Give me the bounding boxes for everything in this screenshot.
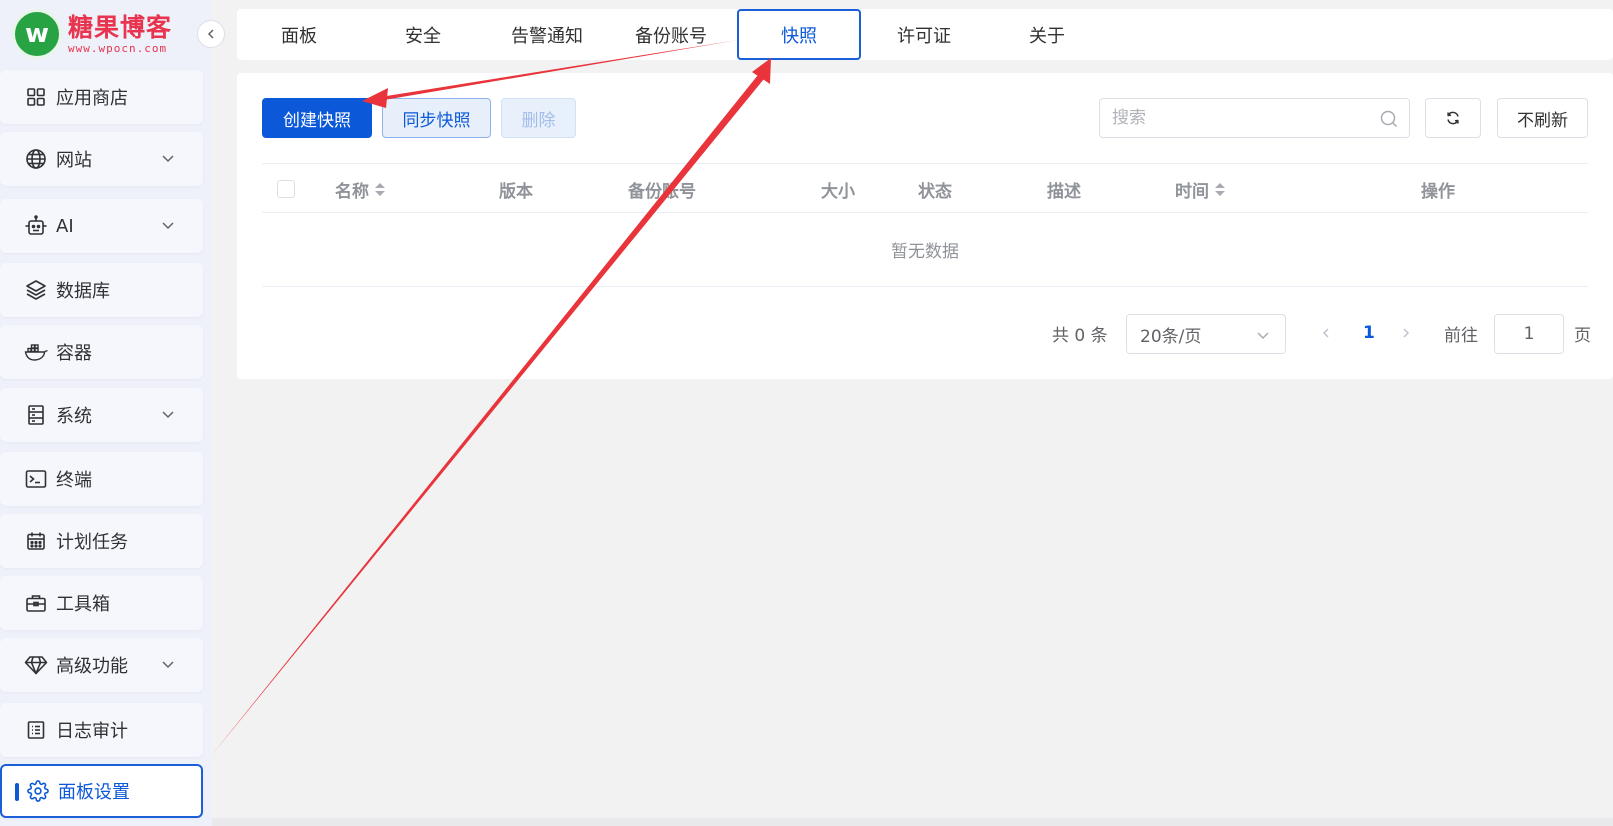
- grid-icon: [24, 85, 48, 109]
- calendar-icon: [24, 529, 48, 553]
- column-header-version: 版本: [499, 181, 533, 202]
- column-header-status: 状态: [918, 181, 952, 202]
- sidebar-item-label: 系统: [56, 406, 92, 427]
- search-box[interactable]: [1099, 98, 1410, 138]
- active-indicator: [15, 783, 19, 801]
- tab-about[interactable]: 关于: [985, 9, 1109, 60]
- tab-license[interactable]: 许可证: [862, 9, 986, 60]
- create-snapshot-button[interactable]: 创建快照: [262, 98, 372, 138]
- sidebar-item-label: 工具箱: [56, 594, 110, 615]
- tab-security[interactable]: 安全: [361, 9, 485, 60]
- goto-page-input[interactable]: 1: [1494, 314, 1564, 354]
- terminal-icon: [24, 467, 48, 491]
- sidebar-item-label: AI: [56, 215, 74, 237]
- sidebar-item-cron[interactable]: 计划任务: [0, 514, 203, 568]
- diamond-icon: [24, 653, 48, 677]
- sidebar-item-panel-settings[interactable]: 面板设置: [0, 764, 203, 818]
- column-label: 时间: [1175, 181, 1209, 202]
- chevron-down-icon: [162, 155, 174, 163]
- gear-icon: [26, 779, 50, 803]
- sidebar-item-website[interactable]: 网站: [0, 132, 203, 186]
- sidebar-item-label: 终端: [56, 470, 92, 491]
- server-icon: [24, 403, 48, 427]
- logo-title: 糖果博客: [68, 12, 173, 42]
- sidebar-item-label: 面板设置: [58, 782, 130, 803]
- column-header-backup-account: 备份账号: [628, 181, 696, 202]
- search-icon[interactable]: [1379, 109, 1399, 129]
- chevron-down-icon: [162, 411, 174, 419]
- robot-icon: [24, 214, 48, 238]
- sidebar-item-database[interactable]: 数据库: [0, 263, 203, 317]
- globe-icon: [24, 147, 48, 171]
- prev-page-button[interactable]: [1320, 313, 1340, 353]
- settings-tabs: 面板 安全 告警通知 备份账号 快照 许可证 关于: [237, 9, 1613, 60]
- select-all-checkbox[interactable]: [277, 164, 295, 214]
- refresh-icon: [1447, 111, 1459, 125]
- sidebar-item-advanced[interactable]: 高级功能: [0, 638, 203, 692]
- brand-logo: w 糖果博客 www.wpocn.com: [12, 6, 202, 62]
- refresh-button[interactable]: [1425, 98, 1481, 138]
- sidebar-item-ai[interactable]: AI: [0, 199, 203, 253]
- next-page-button[interactable]: [1400, 313, 1420, 353]
- snapshot-panel: 创建快照 同步快照 删除 不刷新 名称 版本 备份账号 大小 状态 描述 时间 …: [237, 73, 1613, 379]
- chevron-left-icon: [1322, 328, 1329, 338]
- toolbox-icon: [24, 591, 48, 615]
- no-refresh-dropdown[interactable]: 不刷新: [1497, 98, 1588, 138]
- horizontal-scrollbar[interactable]: [212, 818, 1613, 826]
- sidebar-item-container[interactable]: 容器: [0, 325, 203, 379]
- total-count: 共 0 条: [1052, 325, 1108, 346]
- page-number-current[interactable]: 1: [1363, 313, 1375, 353]
- tab-snapshot[interactable]: 快照: [737, 9, 861, 60]
- column-header-actions: 操作: [1421, 181, 1455, 202]
- logo-url: www.wpocn.com: [68, 41, 168, 55]
- sidebar-item-app-store[interactable]: 应用商店: [0, 70, 203, 124]
- layers-icon: [24, 278, 48, 302]
- tab-panel[interactable]: 面板: [237, 9, 361, 60]
- log-icon: [24, 718, 48, 742]
- tab-backup-account[interactable]: 备份账号: [609, 9, 733, 60]
- sidebar: w 糖果博客 www.wpocn.com 应用商店 网站 AI 数据库 容器 系…: [0, 0, 212, 826]
- page-suffix: 页: [1574, 325, 1591, 346]
- docker-icon: [24, 340, 48, 364]
- sidebar-item-label: 计划任务: [56, 532, 128, 553]
- sidebar-item-label: 容器: [56, 343, 92, 364]
- tab-alert-notification[interactable]: 告警通知: [485, 9, 609, 60]
- chevron-down-icon: [1257, 332, 1269, 340]
- empty-state: 暂无数据: [262, 213, 1588, 287]
- page-size-value: 20条/页: [1140, 326, 1202, 347]
- sidebar-item-terminal[interactable]: 终端: [0, 452, 203, 506]
- delete-button[interactable]: 删除: [501, 98, 576, 138]
- sidebar-collapse-button[interactable]: [197, 20, 225, 48]
- sidebar-item-toolbox[interactable]: 工具箱: [0, 576, 203, 630]
- sidebar-item-system[interactable]: 系统: [0, 388, 203, 442]
- sidebar-item-label: 高级功能: [56, 656, 128, 677]
- search-input[interactable]: [1112, 108, 1362, 128]
- sidebar-item-label: 应用商店: [56, 88, 128, 109]
- chevron-left-icon: [207, 29, 214, 39]
- sort-icon[interactable]: [1215, 182, 1225, 196]
- table-header: 名称 版本 备份账号 大小 状态 描述 时间 操作: [262, 163, 1588, 213]
- chevron-down-icon: [162, 222, 174, 230]
- column-header-time[interactable]: 时间: [1175, 164, 1225, 214]
- sidebar-item-label: 日志审计: [56, 721, 128, 742]
- chevron-down-icon: [162, 661, 174, 669]
- sidebar-item-log-audit[interactable]: 日志审计: [0, 703, 203, 757]
- sidebar-item-label: 数据库: [56, 281, 110, 302]
- column-header-size: 大小: [821, 181, 855, 202]
- sidebar-item-label: 网站: [56, 150, 92, 171]
- logo-badge: w: [12, 9, 62, 59]
- sync-snapshot-button[interactable]: 同步快照: [382, 98, 491, 138]
- chevron-right-icon: [1403, 328, 1410, 338]
- page-size-select[interactable]: 20条/页: [1126, 314, 1286, 354]
- column-header-description: 描述: [1047, 181, 1081, 202]
- goto-label: 前往: [1444, 325, 1478, 346]
- column-header-name[interactable]: 名称: [335, 164, 385, 214]
- sort-icon[interactable]: [375, 182, 385, 196]
- column-label: 名称: [335, 181, 369, 202]
